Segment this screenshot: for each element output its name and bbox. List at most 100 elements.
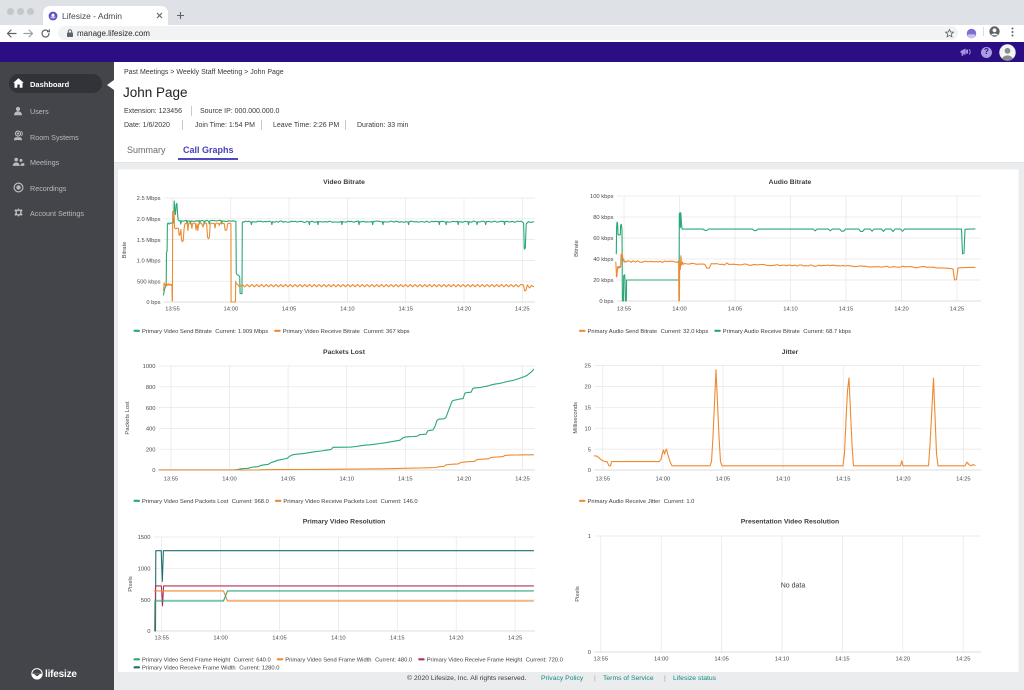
svg-text:Current: 1280.0: Current: 1280.0 [239,666,279,672]
svg-text:0: 0 [147,629,150,635]
svg-text:Audio Bitrate: Audio Bitrate [769,179,812,186]
svg-text:Primary Video Receive Frame He: Primary Video Receive Frame Height [427,658,523,664]
svg-text:14:00: 14:00 [654,657,669,663]
svg-text:Primary Video Receive Bitrate: Primary Video Receive Bitrate [283,329,360,335]
svg-text:14:10: 14:10 [340,307,355,313]
svg-text:14:25: 14:25 [950,307,965,313]
svg-text:Jitter: Jitter [782,349,799,356]
svg-text:25: 25 [585,364,591,370]
svg-text:1500: 1500 [138,535,151,541]
svg-text:0: 0 [588,650,591,656]
svg-text:Current: 367 kbps: Current: 367 kbps [364,329,410,335]
svg-text:13:55: 13:55 [594,657,609,663]
svg-text:13:55: 13:55 [165,307,180,313]
svg-text:Milliseconds: Milliseconds [573,402,579,434]
svg-text:14:05: 14:05 [728,307,743,313]
svg-text:14:10: 14:10 [776,477,791,483]
svg-text:Bitrate: Bitrate [574,240,580,257]
svg-text:Video Bitrate: Video Bitrate [323,179,365,186]
svg-text:Current: 32.0 kbps: Current: 32.0 kbps [661,329,709,335]
svg-text:Bitrate: Bitrate [122,242,128,259]
svg-text:13:55: 13:55 [154,636,169,642]
svg-text:14:00: 14:00 [222,477,237,483]
svg-text:14:05: 14:05 [716,477,731,483]
svg-text:Primary Video Receive Frame Wi: Primary Video Receive Frame Width [142,666,236,672]
svg-text:14:25: 14:25 [515,477,530,483]
svg-text:Current: 640.0: Current: 640.0 [234,658,271,664]
svg-text:Pixels: Pixels [575,586,581,602]
svg-text:14:25: 14:25 [956,477,971,483]
svg-text:14:25: 14:25 [956,657,971,663]
svg-text:15: 15 [585,406,591,412]
svg-text:14:15: 14:15 [836,477,851,483]
svg-text:13:55: 13:55 [617,307,632,313]
svg-text:0 bps: 0 bps [599,299,613,305]
svg-text:Current: 68.7 kbps: Current: 68.7 kbps [803,329,851,335]
svg-text:Primary Video Send Frame Heigh: Primary Video Send Frame Height [142,658,231,664]
svg-text:Pixels: Pixels [128,576,134,592]
svg-text:Primary Audio Receive Jitter: Primary Audio Receive Jitter [588,499,661,505]
svg-text:5: 5 [588,447,591,453]
svg-text:1: 1 [588,534,591,540]
svg-text:200: 200 [146,447,156,453]
svg-text:Packets Lost: Packets Lost [323,349,366,356]
svg-text:14:05: 14:05 [282,307,297,313]
svg-text:14:10: 14:10 [783,307,798,313]
svg-text:2.5 Mbps: 2.5 Mbps [137,196,161,202]
svg-text:Current: 480.0: Current: 480.0 [375,658,412,664]
svg-text:20: 20 [585,385,591,391]
svg-text:0 bps: 0 bps [146,300,160,306]
svg-text:14:20: 14:20 [457,307,472,313]
svg-text:Primary Video Receive Packets: Primary Video Receive Packets Lost [283,499,377,505]
svg-text:14:05: 14:05 [714,657,729,663]
svg-text:14:00: 14:00 [224,307,239,313]
svg-text:500: 500 [141,598,151,604]
svg-text:14:05: 14:05 [281,477,296,483]
svg-text:14:10: 14:10 [775,657,790,663]
svg-text:40 kbps: 40 kbps [593,257,613,263]
svg-text:14:15: 14:15 [835,657,850,663]
svg-text:14:20: 14:20 [894,307,909,313]
svg-text:80 kbps: 80 kbps [593,215,613,221]
svg-text:600: 600 [146,406,156,412]
svg-text:Primary Video Send Frame Width: Primary Video Send Frame Width [285,658,371,664]
svg-text:Primary Video Resolution: Primary Video Resolution [303,519,386,526]
svg-text:0: 0 [588,468,591,474]
svg-text:13:55: 13:55 [596,477,611,483]
svg-text:14:20: 14:20 [896,657,911,663]
svg-text:14:05: 14:05 [272,636,287,642]
svg-text:Packets Lost: Packets Lost [125,401,131,435]
svg-text:14:15: 14:15 [398,477,413,483]
svg-text:13:55: 13:55 [164,477,179,483]
svg-text:500 kbps: 500 kbps [137,279,161,285]
svg-text:Primary Video Send Bitrate: Primary Video Send Bitrate [142,329,212,335]
svg-text:Current: 720.0: Current: 720.0 [526,658,563,664]
svg-text:14:10: 14:10 [331,636,346,642]
svg-text:800: 800 [146,385,156,391]
svg-text:Current: 146.0: Current: 146.0 [381,499,418,505]
svg-text:Presentation Video Resolution: Presentation Video Resolution [741,519,839,526]
svg-text:No data: No data [781,583,806,590]
svg-text:Primary Video Send Packets Los: Primary Video Send Packets Lost [142,499,229,505]
svg-text:Current: 968.0: Current: 968.0 [232,499,269,505]
svg-text:14:25: 14:25 [508,636,523,642]
svg-text:0: 0 [152,468,155,474]
svg-text:14:15: 14:15 [839,307,854,313]
svg-text:Primary Audio Send Bitrate: Primary Audio Send Bitrate [588,329,658,335]
svg-text:1.0 Mbps: 1.0 Mbps [137,259,161,265]
svg-text:14:15: 14:15 [390,636,405,642]
svg-text:14:00: 14:00 [656,477,671,483]
svg-text:14:25: 14:25 [515,307,530,313]
svg-text:Primary Audio Receive Bitrate: Primary Audio Receive Bitrate [723,329,800,335]
svg-text:14:20: 14:20 [449,636,464,642]
svg-text:14:00: 14:00 [213,636,228,642]
svg-text:10: 10 [585,426,591,432]
svg-text:1.5 Mbps: 1.5 Mbps [137,238,161,244]
svg-text:14:00: 14:00 [672,307,687,313]
svg-text:14:15: 14:15 [398,307,413,313]
svg-text:Current: 1.909 Mbps: Current: 1.909 Mbps [215,329,268,335]
svg-text:Current: 1.0: Current: 1.0 [664,499,695,505]
svg-text:14:10: 14:10 [339,477,354,483]
svg-text:14:20: 14:20 [457,477,472,483]
svg-text:14:20: 14:20 [896,477,911,483]
